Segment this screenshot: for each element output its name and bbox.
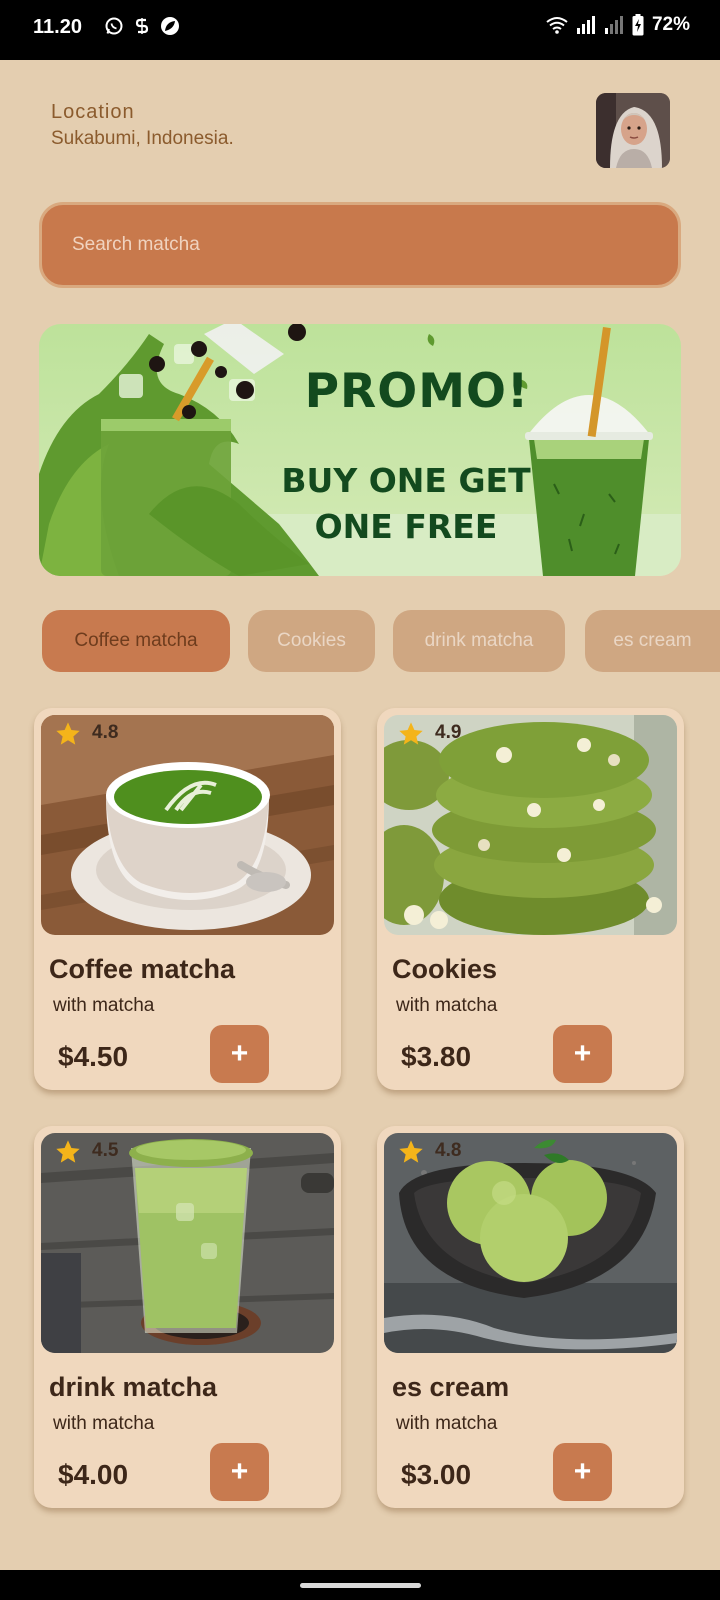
product-rating: 4.5 <box>92 1140 119 1161</box>
status-bar: 11.20 72% <box>0 0 720 60</box>
location-label: Location <box>51 101 135 123</box>
status-app-icons <box>104 16 180 36</box>
signal-icon <box>576 16 595 34</box>
status-system-icons: 72% <box>546 14 690 36</box>
product-image-es-cream <box>384 1133 677 1353</box>
category-chip-drink-matcha[interactable]: drink matcha <box>393 610 565 672</box>
signal-weak-icon <box>604 16 623 34</box>
battery-percent: 72% <box>651 14 690 35</box>
promo-subtitle-line1: BUY ONE GET <box>281 461 531 500</box>
product-rating: 4.9 <box>435 722 462 743</box>
star-icon <box>399 1140 423 1163</box>
product-card-coffee-matcha[interactable]: 4.8 Coffee matcha with matcha $4.50 + <box>34 708 341 1090</box>
add-to-cart-button[interactable]: + <box>210 1025 269 1083</box>
add-to-cart-button[interactable]: + <box>210 1443 269 1501</box>
promo-subtitle: BUY ONE GET ONE FREE <box>277 458 535 550</box>
leaf-app-icon <box>161 17 179 35</box>
star-icon <box>56 722 80 745</box>
star-icon <box>56 1140 80 1163</box>
location-value[interactable]: Sukabumi, Indonesia. <box>51 128 234 150</box>
product-name: drink matcha <box>49 1372 218 1402</box>
profile-photo <box>596 93 670 168</box>
product-rating: 4.8 <box>92 722 119 743</box>
category-chip-coffee-matcha[interactable]: Coffee matcha <box>42 610 230 672</box>
promo-subtitle-line2: ONE FREE <box>314 507 498 546</box>
add-to-cart-button[interactable]: + <box>553 1443 612 1501</box>
status-time: 11.20 <box>33 16 82 38</box>
product-price: $3.00 <box>401 1459 472 1490</box>
battery-charging-icon <box>632 14 644 36</box>
wifi-icon <box>546 17 568 34</box>
product-image-coffee-matcha <box>41 715 334 935</box>
product-description: with matcha <box>53 1413 155 1434</box>
product-image-cookies <box>384 715 677 935</box>
product-price: $4.00 <box>58 1459 129 1490</box>
promo-title: PROMO! <box>304 364 530 419</box>
product-name: es cream <box>392 1372 510 1402</box>
category-chip-cookies[interactable]: Cookies <box>248 610 375 672</box>
promo-banner[interactable]: PROMO! BUY ONE GET ONE FREE <box>39 324 681 576</box>
search-input[interactable] <box>72 234 678 256</box>
product-image-drink-matcha <box>41 1133 334 1353</box>
product-description: with matcha <box>396 1413 498 1434</box>
whatsapp-icon <box>105 17 123 35</box>
product-description: with matcha <box>396 995 498 1016</box>
product-card-es-cream[interactable]: 4.8 es cream with matcha $3.00 + <box>377 1126 684 1508</box>
star-icon <box>399 722 423 745</box>
product-name: Coffee matcha <box>49 954 236 984</box>
search-bar[interactable] <box>39 202 681 288</box>
product-rating: 4.8 <box>435 1140 462 1161</box>
add-to-cart-button[interactable]: + <box>553 1025 612 1083</box>
product-card-drink-matcha[interactable]: 4.5 drink matcha with matcha $4.00 + <box>34 1126 341 1508</box>
product-card-cookies[interactable]: 4.9 Cookies with matcha $3.80 + <box>377 708 684 1090</box>
product-description: with matcha <box>53 995 155 1016</box>
avatar[interactable] <box>596 93 670 168</box>
product-price: $4.50 <box>58 1041 129 1072</box>
product-name: Cookies <box>392 954 498 984</box>
system-navigation-bar <box>0 1570 720 1600</box>
s-app-icon <box>135 18 149 34</box>
home-indicator[interactable] <box>300 1583 421 1588</box>
category-chip-es-cream[interactable]: es cream <box>585 610 720 672</box>
product-price: $3.80 <box>401 1041 472 1072</box>
